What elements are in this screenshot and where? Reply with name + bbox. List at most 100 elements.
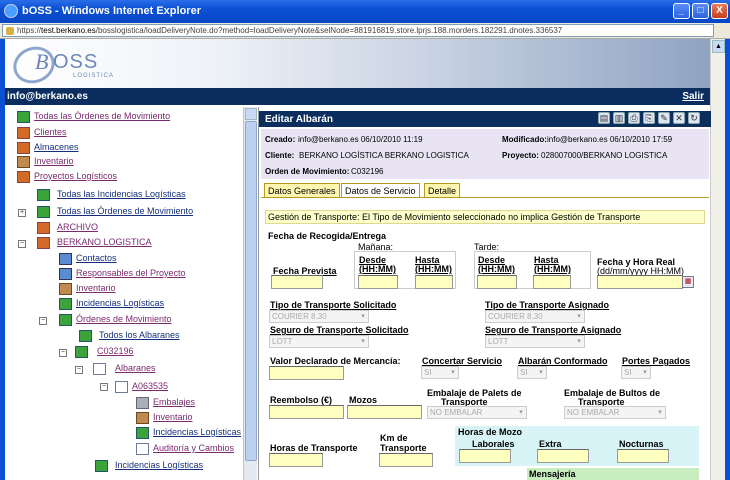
copy-icon[interactable]: ⎘ [643,112,655,124]
hasta-manana-format: (HH:MM) [415,264,452,274]
logout-link[interactable]: Salir [682,91,704,102]
sidebar-scrollbar[interactable] [243,107,257,480]
delivery-notes-icon [93,363,106,375]
horas-mozo-label: Horas de Mozo [458,427,523,437]
scroll-thumb[interactable] [245,121,257,461]
modified-value: info@berkano.es 06/10/2010 17:59 [547,135,673,144]
concertar-select[interactable]: SI ▾ [421,366,459,379]
tipo-asignado-select[interactable]: COURIER 8.30 ▾ [485,310,585,323]
chevron-down-icon: ▾ [361,313,365,320]
browser-scrollbar[interactable]: ▲ [710,39,725,480]
chevron-down-icon: ▾ [539,369,543,376]
documents-arrow-icon [17,111,30,123]
mozos-input[interactable] [347,405,422,419]
scroll-up-icon[interactable]: ▲ [712,40,725,53]
logo-letter: B [35,49,49,74]
nocturnas-label: Nocturnas [619,439,664,449]
export-icon[interactable]: ▤ [598,112,610,124]
embalaje-palets-select[interactable]: NO EMBALAR ▾ [427,406,527,419]
tab-datos-generales[interactable]: Datos Generales [264,183,340,198]
desde-manana-format: (HH:MM) [359,264,396,274]
calendar-icon[interactable]: ▦ [682,276,694,288]
people-icon [17,127,30,139]
concertar-label: Concertar Servicio [422,356,503,366]
client-label: Cliente: [265,151,295,160]
fecha-section-title: Fecha de Recogida/Entrega [268,231,387,241]
url-field[interactable]: https://test.berkano.es/bosslogistica/lo… [2,24,714,37]
km-transporte-input[interactable] [379,453,433,467]
tipo-solicitado-select[interactable]: COURIER 8.30 ▾ [269,310,369,323]
archive-icon [37,222,50,234]
documents-arrow-icon [37,206,50,218]
managers-icon [59,268,72,280]
chevron-down-icon: ▾ [643,369,647,376]
close-window-button[interactable]: X [711,3,728,19]
tree-collapse-toggle[interactable]: − [59,349,67,357]
tree-collapse-toggle[interactable]: − [39,317,47,325]
record-info-panel: Creado: info@berkano.es 06/10/2010 11:19… [261,129,709,179]
address-bar: https://test.berkano.es/bosslogistica/lo… [0,23,730,39]
created-value: info@berkano.es 06/10/2010 11:19 [298,135,423,144]
boss-logo: B OSS LOGISTICA [8,40,123,90]
audit-icon [136,443,149,455]
seguro-solicitado-label: Seguro de Transporte Solicitado [270,325,409,335]
window-title: bOSS - Windows Internet Explorer [22,5,201,17]
mozos-label: Mozos [349,395,377,405]
hasta-manana-input[interactable] [415,275,453,289]
valor-declarado-input[interactable] [269,366,344,380]
albaran-conformado-select[interactable]: SI ▾ [517,366,547,379]
tree-expand-toggle[interactable]: + [18,209,26,217]
km-transporte-label: Km de [380,433,408,443]
laborales-input[interactable] [459,449,511,463]
desde-tarde-input[interactable] [477,275,517,289]
albaran-conformado-label: Albarán Conformado [518,356,608,366]
nocturnas-input[interactable] [617,449,669,463]
portes-pagados-select[interactable]: SI ▾ [621,366,651,379]
projects-icon [17,171,30,183]
extra-label: Extra [539,439,562,449]
fecha-prevista-input[interactable] [271,275,323,289]
ie-app-icon [4,4,18,18]
transport-notice: Gestión de Transporte: El Tipo de Movimi… [265,210,705,224]
export-alt-icon[interactable]: ▥ [613,112,625,124]
valor-declarado-label: Valor Declarado de Mercancía: [270,356,401,366]
tab-divider [261,197,709,198]
tree-collapse-toggle[interactable]: − [75,366,83,374]
edit-icon[interactable]: ✎ [658,112,670,124]
lock-icon [6,27,14,35]
order-value: C032196 [351,167,384,176]
modified-label: Modificado: [502,135,547,144]
seguro-solicitado-select[interactable]: LOTT ▾ [269,335,369,348]
delete-icon[interactable]: ✕ [673,112,685,124]
tree-collapse-toggle[interactable]: − [100,383,108,391]
tree-collapse-toggle[interactable]: − [18,240,26,248]
created-label: Creado: [265,135,296,144]
window-title-bar: bOSS - Windows Internet Explorer _ □ X [0,0,730,23]
client-value: BERKANO LOGÍSTICA BERKANO LOGISTICA [299,151,469,160]
inventory-icon [17,156,30,168]
hasta-tarde-input[interactable] [533,275,571,289]
chevron-down-icon: ▾ [577,338,581,345]
tipo-solicitado-label: Tipo de Transporte Solicitado [270,300,397,310]
horas-transporte-input[interactable] [269,453,323,467]
maximize-button[interactable]: □ [692,3,709,19]
url-path: /bosslogistica/loadDeliveryNote.do?metho… [95,26,563,35]
seguro-asignado-select[interactable]: LOTT ▾ [485,335,585,348]
refresh-icon[interactable]: ↻ [688,112,700,124]
scroll-up-icon[interactable] [245,108,257,120]
tab-detalle[interactable]: Detalle [424,183,461,198]
tab-datos-servicio[interactable]: Datos de Servicio [341,183,420,198]
embalaje-bultos-select[interactable]: NO EMBALAR ▾ [564,406,666,419]
chevron-down-icon: ▾ [519,409,523,416]
reembolso-input[interactable] [269,405,344,419]
chevron-down-icon: ▾ [658,409,662,416]
mensajeria-panel: Mensajería [527,468,699,480]
fecha-real-input[interactable] [597,275,683,289]
project-label: Proyecto: [502,151,539,160]
desde-manana-input[interactable] [358,275,398,289]
extra-input[interactable] [537,449,589,463]
minimize-button[interactable]: _ [673,3,690,19]
main-panel: Editar Albarán ▤ ▥ ⎙ ⎘ ✎ ✕ ↻ Creado: inf… [258,107,711,480]
inventory-icon [59,283,72,295]
print-icon[interactable]: ⎙ [628,112,640,124]
